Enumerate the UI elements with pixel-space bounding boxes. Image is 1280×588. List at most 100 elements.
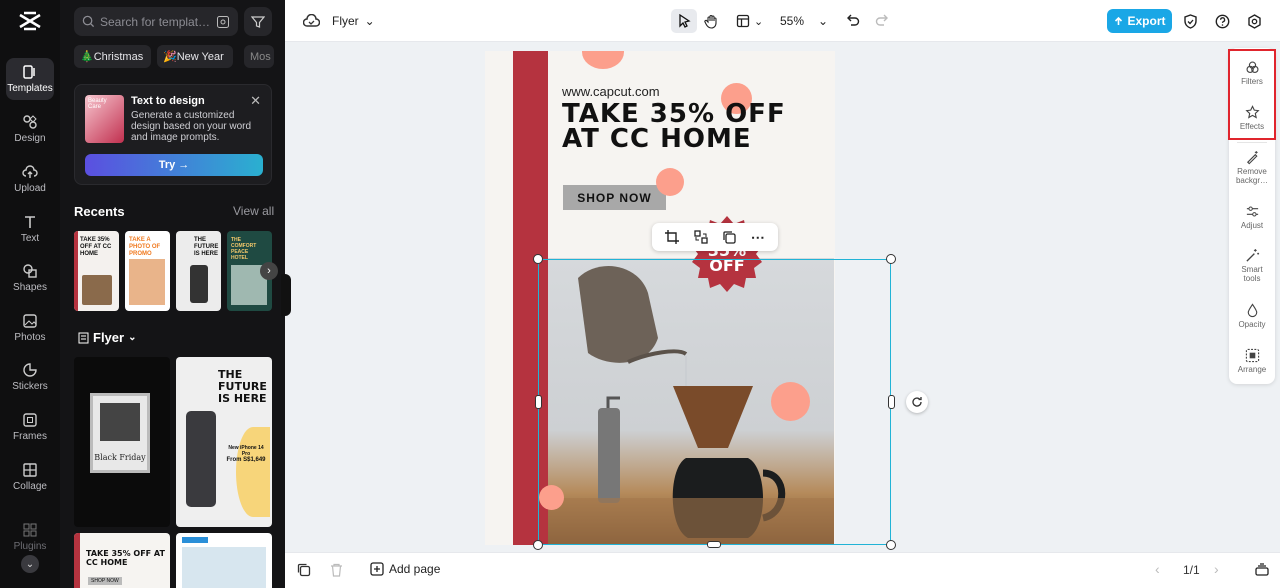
template-card-cc-home[interactable]: TAKE 35% OFF AT CC HOME SHOP NOW bbox=[74, 533, 170, 588]
nav-shapes[interactable]: Shapes bbox=[6, 257, 54, 299]
nav-plugins[interactable]: Plugins bbox=[6, 516, 54, 558]
photos-icon bbox=[23, 314, 37, 328]
shield-button[interactable] bbox=[1183, 10, 1198, 32]
resize-handle-bottom[interactable] bbox=[707, 541, 721, 548]
trash-icon bbox=[331, 563, 342, 577]
nav-upload[interactable]: Upload bbox=[6, 158, 54, 200]
add-page-button[interactable]: Add page bbox=[370, 562, 440, 576]
duplicate-page-button[interactable] bbox=[297, 563, 311, 582]
nav-label: Shapes bbox=[13, 282, 47, 293]
select-tool-button[interactable] bbox=[671, 9, 697, 33]
redo-icon bbox=[875, 14, 888, 26]
nav-text[interactable]: Text bbox=[6, 208, 54, 250]
tool-remove-background[interactable]: Remove backgr… bbox=[1229, 150, 1275, 185]
nav-frames[interactable]: Frames bbox=[6, 406, 54, 448]
tool-smart-tools[interactable]: Smart tools bbox=[1229, 248, 1275, 283]
chip-new-year[interactable]: 🎉New Year bbox=[157, 45, 233, 68]
document-name[interactable]: Flyer ⌄ bbox=[332, 10, 375, 32]
text-to-design-thumbnail: Beauty Care bbox=[85, 95, 124, 143]
capcut-logo[interactable] bbox=[18, 11, 42, 31]
flyer-url: www.capcut.com bbox=[562, 84, 660, 99]
decor-circle bbox=[656, 168, 684, 196]
chevron-right-icon[interactable]: › bbox=[1214, 561, 1219, 577]
template-card-black-friday[interactable]: Black Friday bbox=[74, 357, 170, 527]
chevron-down-icon[interactable]: ⌄ bbox=[21, 555, 39, 573]
recent-template-1[interactable]: TAKE 35% OFF AT CC HOME bbox=[74, 231, 119, 311]
recent-template-title: TAKE 35% OFF AT CC HOME bbox=[80, 237, 112, 257]
template-price: From S$1,649 bbox=[226, 457, 266, 463]
nav-label: Photos bbox=[14, 332, 46, 343]
tool-adjust[interactable]: Adjust bbox=[1229, 204, 1275, 230]
more-icon[interactable]: ⋯ bbox=[751, 229, 765, 246]
shop-now-button[interactable]: SHOP NOW bbox=[563, 185, 666, 210]
chip-christmas[interactable]: 🎄Christmas bbox=[74, 45, 151, 68]
template-card-medical[interactable] bbox=[176, 533, 272, 588]
tool-arrange[interactable]: Arrange bbox=[1229, 348, 1275, 374]
rotate-handle[interactable] bbox=[906, 391, 928, 413]
zoom-value: 55% bbox=[780, 14, 805, 28]
crop-icon[interactable] bbox=[665, 230, 680, 244]
filter-button[interactable] bbox=[244, 7, 272, 36]
selection-box bbox=[538, 259, 891, 545]
nav-label: Templates bbox=[7, 83, 53, 94]
floating-toolbar: ⋯ bbox=[652, 223, 778, 251]
recent-template-title: TAKE A PHOTO OF PROMO bbox=[129, 237, 161, 257]
close-icon[interactable]: ✕ bbox=[250, 93, 261, 109]
layout-menu-button[interactable]: ⌄ bbox=[736, 10, 763, 32]
resize-handle-bottom-left[interactable] bbox=[533, 540, 543, 550]
nav-stickers[interactable]: Stickers bbox=[6, 356, 54, 398]
page-manager-button[interactable] bbox=[1255, 563, 1269, 581]
help-button[interactable] bbox=[1215, 10, 1230, 32]
chip-more[interactable]: Mos bbox=[244, 45, 274, 68]
search-input[interactable]: Search for templat… bbox=[74, 7, 238, 36]
view-all-link[interactable]: View all bbox=[233, 204, 274, 218]
chevron-down-icon: ⌄ bbox=[754, 15, 764, 28]
text-to-design-card: Beauty Care Text to design Generate a cu… bbox=[74, 84, 272, 185]
page-manager-icon bbox=[1255, 563, 1269, 576]
nav-templates[interactable]: Templates bbox=[6, 58, 54, 100]
divider bbox=[1237, 142, 1267, 143]
upload-icon bbox=[22, 165, 38, 178]
tool-label: Remove backgr… bbox=[1235, 167, 1268, 185]
recents-title: Recents bbox=[74, 204, 125, 219]
tool-opacity[interactable]: Opacity bbox=[1229, 303, 1275, 329]
replace-icon[interactable] bbox=[694, 230, 708, 244]
undo-button[interactable] bbox=[845, 10, 860, 32]
chevron-down-icon: ⌄ bbox=[364, 14, 375, 28]
hand-tool-button[interactable] bbox=[704, 10, 719, 32]
chevron-left-icon[interactable]: ‹ bbox=[1155, 561, 1160, 577]
template-title: Black Friday bbox=[94, 453, 146, 462]
resize-handle-left[interactable] bbox=[535, 395, 542, 409]
duplicate-icon[interactable] bbox=[722, 230, 736, 244]
panel-collapse-handle[interactable] bbox=[281, 274, 291, 316]
decor-circle bbox=[582, 51, 624, 69]
recent-template-3[interactable]: THE FUTURE IS HERE bbox=[176, 231, 221, 311]
nav-photos[interactable]: Photos bbox=[6, 307, 54, 349]
flyer-headline[interactable]: TAKE 35% OFF AT CC HOME bbox=[562, 101, 786, 152]
redo-button[interactable] bbox=[875, 10, 890, 32]
text-icon bbox=[25, 216, 35, 228]
settings-button[interactable] bbox=[1247, 10, 1262, 32]
resize-handle-top-left[interactable] bbox=[533, 254, 543, 264]
resize-handle-bottom-right[interactable] bbox=[886, 540, 896, 550]
chevron-down-icon: ⌄ bbox=[128, 332, 137, 343]
image-search-icon[interactable] bbox=[216, 15, 230, 29]
template-card-future[interactable]: THE FUTURE IS HERE New iPhone 14 Pro Fro… bbox=[176, 357, 272, 527]
stickers-icon bbox=[23, 363, 37, 377]
tool-label: Opacity bbox=[1238, 320, 1266, 329]
nav-design[interactable]: Design bbox=[6, 108, 54, 150]
recent-template-2[interactable]: TAKE A PHOTO OF PROMO bbox=[125, 231, 170, 311]
flyer-section-header[interactable]: Flyer ⌄ bbox=[78, 330, 136, 345]
nav-label: Collage bbox=[13, 481, 47, 492]
chevron-right-icon[interactable]: › bbox=[260, 262, 278, 280]
try-button[interactable]: Try → bbox=[85, 154, 263, 176]
resize-handle-right[interactable] bbox=[888, 395, 895, 409]
export-button[interactable]: Export bbox=[1107, 9, 1172, 33]
rotate-icon bbox=[912, 397, 922, 407]
cloud-save-icon[interactable] bbox=[303, 10, 320, 32]
layout-icon bbox=[736, 14, 750, 28]
resize-handle-top-right[interactable] bbox=[886, 254, 896, 264]
zoom-control[interactable]: 55% ⌄ bbox=[780, 10, 828, 32]
nav-collage[interactable]: Collage bbox=[6, 456, 54, 498]
delete-page-button[interactable] bbox=[330, 563, 343, 582]
